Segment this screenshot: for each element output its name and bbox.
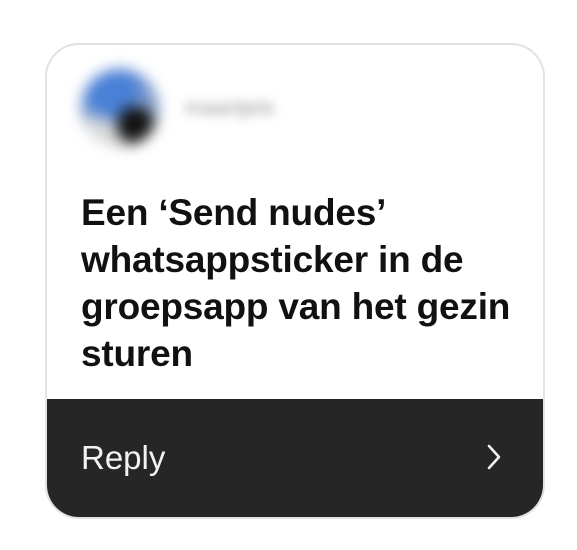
reply-label: Reply xyxy=(81,439,166,476)
avatar[interactable] xyxy=(81,69,159,147)
chevron-right-icon xyxy=(487,444,501,470)
sender-name[interactable]: maartjels xyxy=(185,95,274,121)
reply-button[interactable]: Reply xyxy=(47,399,543,517)
message-card: maartjels Een ‘Send nudes’ whatsappstick… xyxy=(45,43,545,519)
message-text: Een ‘Send nudes’ whatsappsticker in de g… xyxy=(81,192,511,374)
sender-header: maartjels xyxy=(81,69,501,149)
